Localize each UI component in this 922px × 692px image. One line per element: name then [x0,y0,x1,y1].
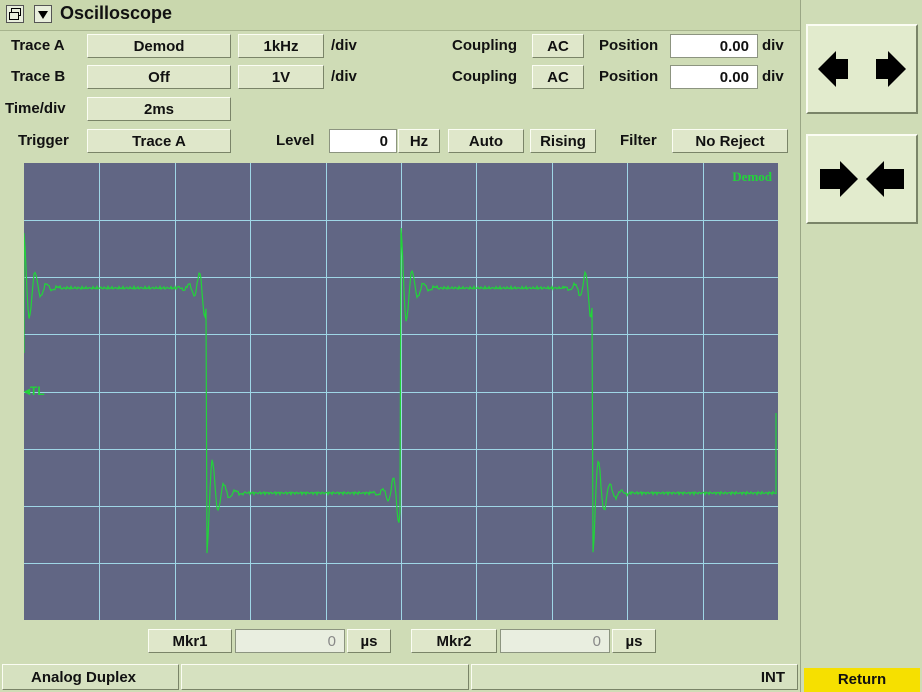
trace-b-coupling-label: Coupling [452,68,517,85]
status-mode-text: Analog Duplex [31,669,137,686]
trigger-level-marker: ◂TL [24,384,45,398]
window-title: Oscilloscope [60,3,173,23]
trace-b-label: Trace B [11,68,66,85]
status-ref-text: INT [760,669,785,686]
restore-window-icon[interactable] [6,5,24,23]
marker1-value-field[interactable]: 0 [235,629,345,653]
trace-b-coupling-button[interactable]: AC [532,65,584,89]
marker1-unit-button[interactable]: µs [347,629,391,653]
status-ref-cell: INT [471,664,798,690]
dropdown-menu-icon[interactable] [34,5,52,23]
trace-a-scale-button[interactable]: 1kHz [238,34,324,58]
trigger-label: Trigger [18,132,69,149]
scope-display[interactable]: Demod ◂TL [24,163,778,620]
marker2-unit-button[interactable]: µs [612,629,656,653]
horizontal-expand-icon [818,51,906,87]
filter-label: Filter [620,132,657,149]
trace-b-position-unit: div [762,68,784,85]
trace-a-unit: /div [331,37,357,54]
trace-name-label: Demod [732,169,772,184]
time-div-label: Time/div [5,100,66,117]
trigger-marker-text: TL [30,384,45,398]
compress-horizontal-button[interactable] [806,134,918,224]
trigger-level-label: Level [276,132,315,149]
demod-trace [24,227,777,554]
trace-a-label: Trace A [11,37,65,54]
trace-a-source-button[interactable]: Demod [87,34,231,58]
trace-a-coupling-button[interactable]: AC [532,34,584,58]
expand-horizontal-button[interactable] [806,24,918,114]
trace-a-coupling-label: Coupling [452,37,517,54]
status-empty-cell [181,664,469,690]
trigger-source-button[interactable]: Trace A [87,129,231,153]
marker1-button[interactable]: Mkr1 [148,629,232,653]
trace-b-position-field[interactable]: 0.00 [670,65,758,89]
time-div-button[interactable]: 2ms [87,97,231,121]
trace-b-source-button[interactable]: Off [87,65,231,89]
trigger-mode-button[interactable]: Auto [448,129,524,153]
trace-a-position-label: Position [599,37,659,54]
return-button[interactable]: Return [804,668,920,692]
trace-b-unit: /div [331,68,357,85]
marker2-value-field[interactable]: 0 [500,629,610,653]
marker2-button[interactable]: Mkr2 [411,629,497,653]
scope-plot [24,163,778,620]
filter-button[interactable]: No Reject [672,129,788,153]
trace-a-position-unit: div [762,37,784,54]
horizontal-compress-icon [820,161,904,197]
trigger-slope-button[interactable]: Rising [530,129,596,153]
trace-b-scale-button[interactable]: 1V [238,65,324,89]
trigger-level-unit-button[interactable]: Hz [398,129,440,153]
trace-a-position-field[interactable]: 0.00 [670,34,758,58]
status-mode-cell: Analog Duplex [2,664,179,690]
title-bar: Oscilloscope [0,0,800,31]
trigger-level-field[interactable]: 0 [329,129,397,153]
trace-b-position-label: Position [599,68,659,85]
